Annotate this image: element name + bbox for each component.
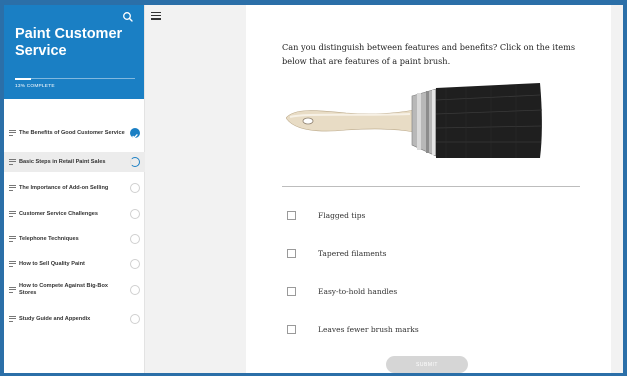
answer-option[interactable]: Easy-to-hold handles: [287, 287, 397, 296]
lesson-label: Study Guide and Appendix: [19, 315, 91, 322]
not-started-icon: [130, 285, 140, 295]
answer-option[interactable]: Leaves fewer brush marks: [287, 325, 419, 334]
sidebar-lesson-item[interactable]: Telephone Techniques: [4, 229, 145, 249]
option-checkbox[interactable]: [287, 287, 296, 296]
lesson-lines-icon: [9, 287, 16, 293]
progress-label: 13% COMPLETE: [15, 84, 55, 89]
not-started-icon: [130, 234, 140, 244]
question-text: Can you distinguish between features and…: [282, 42, 576, 66]
option-checkbox[interactable]: [287, 325, 296, 334]
answer-option[interactable]: Flagged tips: [287, 211, 365, 220]
option-label: Flagged tips: [318, 211, 366, 220]
not-started-icon: [130, 314, 140, 324]
lesson-lines-icon: [9, 185, 16, 191]
progress-bar-fill: [15, 77, 31, 80]
lesson-lines-icon: [9, 236, 16, 242]
sidebar: Paint Customer Service 13% COMPLETE The …: [4, 5, 145, 373]
lesson-label: How to Compete Against Big-Box Stores: [19, 283, 108, 296]
option-checkbox[interactable]: [287, 249, 296, 258]
option-checkbox[interactable]: [287, 211, 296, 220]
option-label: Leaves fewer brush marks: [318, 325, 419, 334]
not-started-icon: [130, 183, 140, 193]
sidebar-lesson-item[interactable]: The Importance of Add-on Selling: [4, 178, 145, 198]
sidebar-lesson-item[interactable]: Basic Steps in Retail Paint Sales: [4, 152, 145, 172]
lesson-label: The Benefits of Good Customer Service: [19, 129, 125, 136]
submit-button[interactable]: SUBMIT: [386, 356, 468, 373]
hamburger-menu-icon[interactable]: [151, 12, 161, 20]
not-started-icon: [130, 259, 140, 269]
not-started-icon: [130, 209, 140, 219]
search-icon[interactable]: [121, 10, 135, 24]
sidebar-header: Paint Customer Service 13% COMPLETE: [4, 5, 144, 99]
lesson-label: Customer Service Challenges: [19, 210, 98, 217]
course-title: Paint Customer Service: [15, 26, 123, 59]
option-label: Easy-to-hold handles: [318, 287, 398, 296]
sidebar-lesson-item[interactable]: Study Guide and Appendix: [4, 309, 145, 329]
option-label: Tapered filaments: [318, 249, 387, 258]
lesson-label: Basic Steps in Retail Paint Sales: [19, 158, 106, 165]
lesson-label: Telephone Techniques: [19, 235, 79, 242]
sidebar-lesson-item[interactable]: How to Sell Quality Paint: [4, 254, 145, 274]
sidebar-lesson-item[interactable]: The Benefits of Good Customer Service: [4, 120, 145, 146]
divider: [282, 186, 580, 187]
lesson-label: How to Sell Quality Paint: [19, 260, 85, 267]
lesson-lines-icon: [9, 159, 16, 165]
lesson-lines-icon: [9, 211, 16, 217]
checkmark-icon: [130, 128, 140, 139]
sidebar-lesson-item[interactable]: How to Compete Against Big-Box Stores: [4, 277, 145, 303]
lesson-content-card: Can you distinguish between features and…: [246, 5, 611, 373]
lesson-label: The Importance of Add-on Selling: [19, 184, 109, 191]
in-progress-icon: [130, 157, 140, 167]
lesson-lines-icon: [9, 130, 16, 136]
sidebar-lesson-item[interactable]: Customer Service Challenges: [4, 204, 145, 224]
paint-brush-image: [286, 83, 543, 158]
lesson-lines-icon: [9, 261, 16, 267]
answer-option[interactable]: Tapered filaments: [287, 249, 386, 258]
app-frame: Paint Customer Service 13% COMPLETE The …: [4, 5, 623, 373]
progress-bar: [15, 77, 135, 80]
lesson-lines-icon: [9, 316, 16, 322]
